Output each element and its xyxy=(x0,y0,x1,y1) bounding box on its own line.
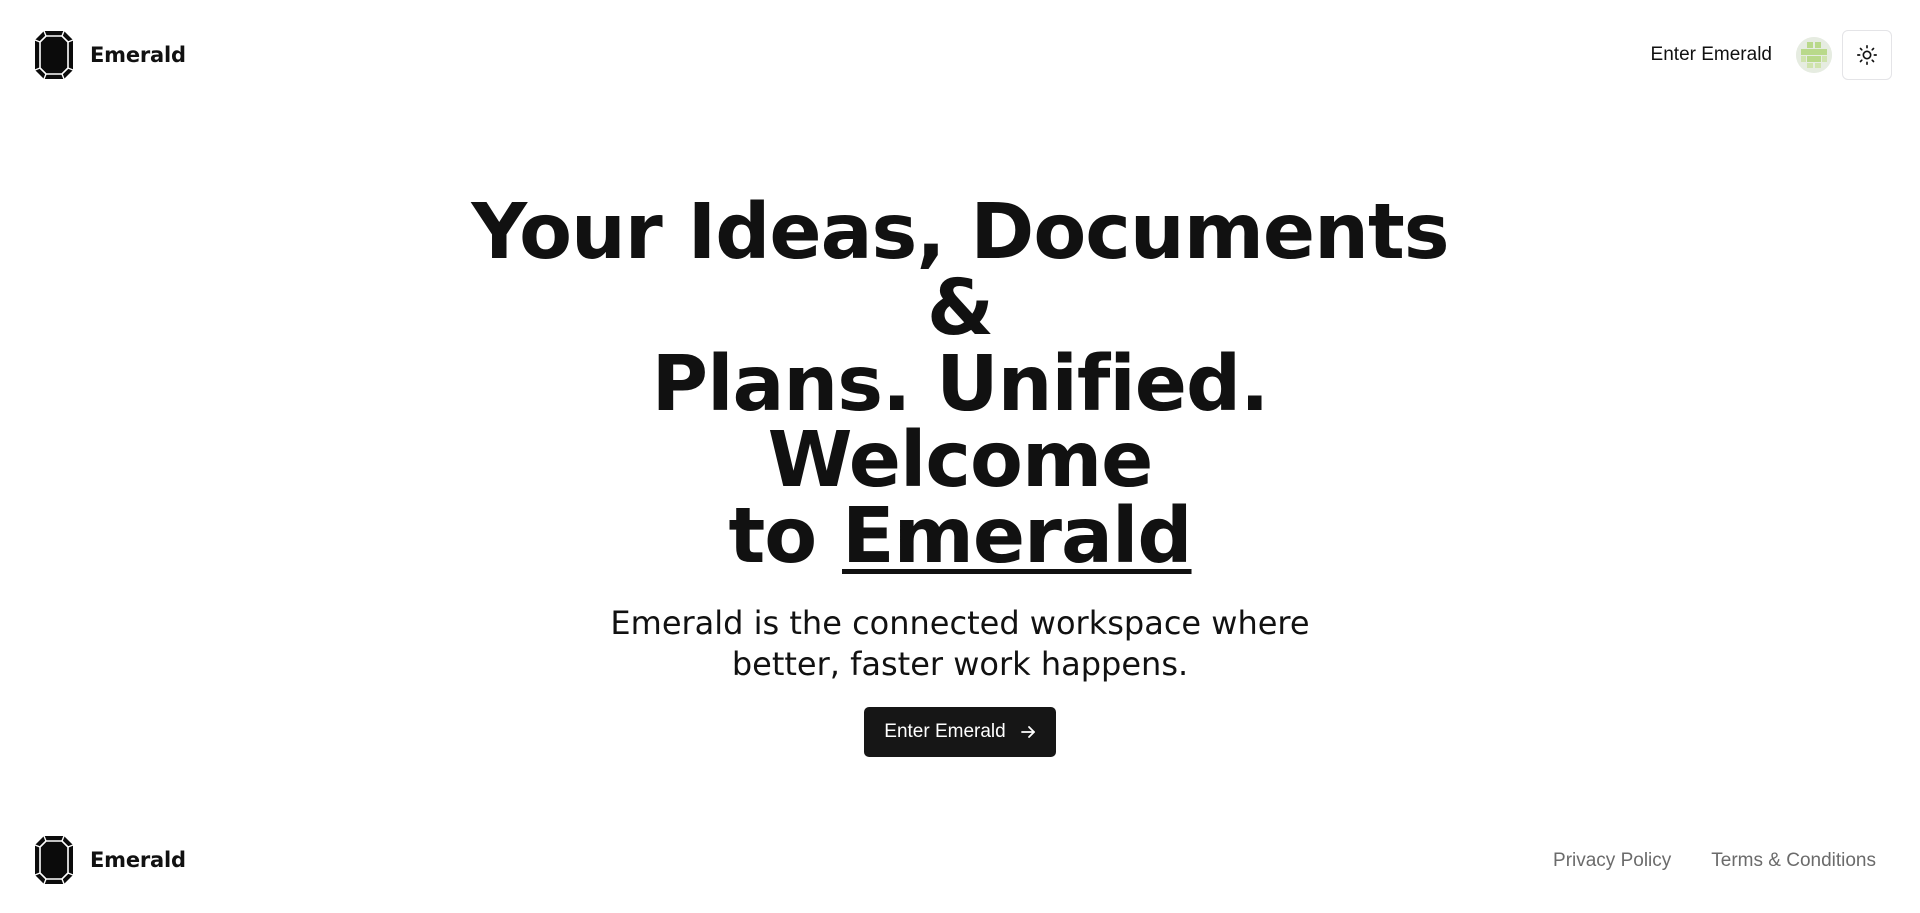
emerald-gem-icon xyxy=(34,30,74,80)
terms-conditions-link[interactable]: Terms & Conditions xyxy=(1711,850,1876,872)
header-brand-link[interactable]: Emerald xyxy=(34,30,186,80)
sun-icon xyxy=(1857,45,1877,65)
hero-subtitle: Emerald is the connected workspace where… xyxy=(610,604,1310,683)
theme-toggle-button[interactable] xyxy=(1842,30,1892,80)
footer-links: Privacy Policy Terms & Conditions xyxy=(1553,850,1876,872)
footer-brand-link[interactable]: Emerald xyxy=(34,835,186,885)
privacy-policy-link[interactable]: Privacy Policy xyxy=(1553,850,1671,872)
brand-name: Emerald xyxy=(90,43,186,67)
hero-title: Your Ideas, Documents & Plans. Unified. … xyxy=(460,194,1460,575)
hero-title-line3-prefix: to xyxy=(728,492,817,581)
enter-emerald-link[interactable]: Enter Emerald xyxy=(1651,44,1772,66)
landing-page: Emerald Enter Emerald Your Ideas, Docume… xyxy=(0,0,1920,913)
footer-brand-name: Emerald xyxy=(90,848,186,872)
hero-title-highlight: Emerald xyxy=(842,492,1193,581)
site-header: Emerald Enter Emerald xyxy=(0,0,1920,110)
arrow-right-icon xyxy=(1020,726,1035,738)
avatar[interactable] xyxy=(1796,37,1832,73)
hero-section: Your Ideas, Documents & Plans. Unified. … xyxy=(0,194,1920,757)
cta-label: Enter Emerald xyxy=(884,721,1006,742)
site-footer: Emerald Privacy Policy Terms & Condition… xyxy=(0,830,1920,890)
header-actions: Enter Emerald xyxy=(1651,30,1892,80)
hero-title-line2: Plans. Unified. Welcome xyxy=(651,340,1270,505)
hero-title-line1: Your Ideas, Documents & xyxy=(471,188,1449,353)
enter-emerald-button[interactable]: Enter Emerald xyxy=(864,707,1056,757)
emerald-gem-icon xyxy=(34,835,74,885)
